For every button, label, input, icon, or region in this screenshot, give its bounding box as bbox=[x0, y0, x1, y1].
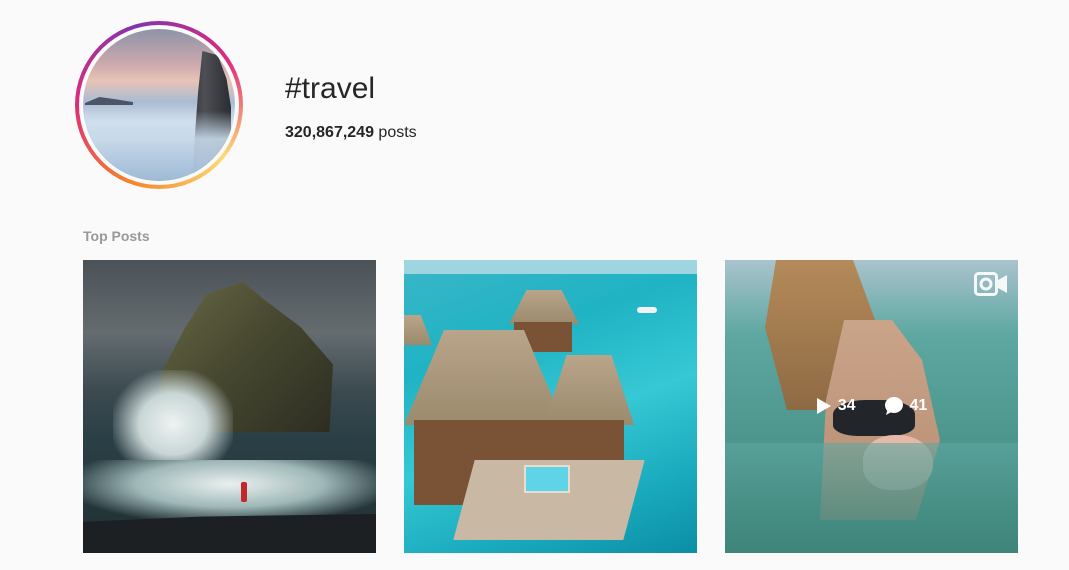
post-count: 320,867,249 posts bbox=[285, 124, 417, 142]
top-posts-heading: Top Posts bbox=[83, 228, 150, 244]
views-count: 34 bbox=[837, 397, 856, 414]
post-tile-1[interactable] bbox=[83, 260, 376, 553]
post-count-number: 320,867,249 bbox=[285, 124, 374, 141]
post-tile-3[interactable]: 34 41 bbox=[725, 260, 1018, 553]
hashtag-avatar-image bbox=[83, 29, 235, 181]
post-tile-2[interactable] bbox=[404, 260, 697, 553]
comments-stat: 41 bbox=[884, 396, 928, 416]
post-count-suffix: posts bbox=[373, 124, 417, 141]
comments-count: 41 bbox=[909, 397, 928, 414]
video-camera-icon bbox=[974, 272, 1008, 296]
page-title: #travel bbox=[285, 72, 376, 105]
views-stat: 34 bbox=[816, 396, 856, 416]
play-icon bbox=[816, 397, 832, 415]
hashtag-avatar[interactable] bbox=[75, 21, 243, 189]
comment-icon bbox=[884, 396, 904, 416]
post-stats: 34 41 bbox=[725, 396, 1018, 416]
